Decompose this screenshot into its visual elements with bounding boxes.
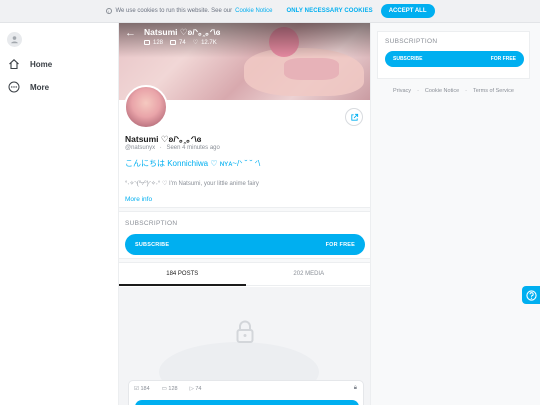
subscribe-label: SUBSCRIBE <box>393 56 423 62</box>
heart-icon: ♡ <box>192 40 199 46</box>
cover-header: ← Natsumi ♡ʚ/ᐠ｡ꞈ｡ᐟ\ɞ 128 74 ♡ 12.7K <box>125 26 224 46</box>
subscribe-label: SUBSCRIBE <box>135 241 170 248</box>
tab-media[interactable]: 202 MEDIA <box>246 263 371 285</box>
videos-count: 74 <box>170 39 186 46</box>
section-divider <box>119 207 370 212</box>
profile-avatar[interactable] <box>124 85 168 129</box>
locked-post: ☑ 184 ▭ 128 ▷ 74 🔒︎ <box>119 287 370 405</box>
nav-item-home[interactable]: Home <box>7 57 52 71</box>
left-sidebar: Home More <box>0 23 118 405</box>
accept-all-button[interactable]: ACCEPT ALL <box>380 4 435 18</box>
price-label: FOR FREE <box>490 56 516 62</box>
locked-counts: ☑ 184 ▭ 128 ▷ 74 <box>134 386 213 392</box>
terms-link[interactable]: Terms of Service <box>473 88 514 94</box>
bio-line-2: °˖✧◝(⁰▿⁰)◜✧˖° ♡ I'm Natsumi, your little… <box>125 181 259 187</box>
video-icon <box>170 40 177 45</box>
profile-column: ← Natsumi ♡ʚ/ᐠ｡ꞈ｡ᐟ\ɞ 128 74 ♡ 12.7K Natsu… <box>118 23 371 405</box>
subscribe-button[interactable]: SUBSCRIBE FOR FREE <box>385 51 524 67</box>
more-info-link[interactable]: More info <box>125 196 152 203</box>
cookie-banner: i We use cookies to run this website. Se… <box>0 0 540 23</box>
subscription-title: SUBSCRIPTION <box>125 220 178 227</box>
back-arrow-icon[interactable]: ← <box>125 26 136 40</box>
subscribe-button[interactable]: SUBSCRIBE FOR FREE <box>125 234 365 255</box>
info-icon: i <box>105 8 112 14</box>
help-icon <box>525 289 537 301</box>
nav-item-label: Home <box>30 59 53 69</box>
lock-icon <box>236 320 254 343</box>
profile-subline: @natsunyx · Seen 4 minutes ago <box>125 145 220 151</box>
profile-name: Natsumi ♡ʚ/ᐠ｡ꞈ｡ᐟ\ɞ <box>125 134 202 144</box>
home-icon <box>7 57 21 71</box>
cover-name: Natsumi ♡ʚ/ᐠ｡ꞈ｡ᐟ\ɞ <box>144 27 221 37</box>
likes-count: ♡ 12.7K <box>192 39 217 47</box>
photos-count: 128 <box>144 39 163 46</box>
subscription-card: SUBSCRIPTION SUBSCRIBE FOR FREE <box>377 31 530 79</box>
image-icon <box>144 40 150 45</box>
photos-count: ▭ 128 <box>161 386 178 392</box>
help-button[interactable] <box>522 286 540 304</box>
user-avatar[interactable] <box>7 32 22 47</box>
share-icon <box>350 113 358 121</box>
content-tabs: 184 POSTS 202 MEDIA <box>119 263 371 286</box>
posts-count: ☑ 184 <box>134 386 150 392</box>
small-lock-icon: 🔒︎ <box>353 385 357 391</box>
cookie-message: We use cookies to run this website. See … <box>115 8 233 14</box>
footer-links: Privacy · Cookie Notice · Terms of Servi… <box>393 88 514 94</box>
profile-handle: @natsunyx <box>125 145 156 151</box>
nav-item-label: More <box>30 82 50 92</box>
user-icon <box>11 36 18 44</box>
price-label: FOR FREE <box>325 241 355 248</box>
more-icon <box>7 80 21 94</box>
cookie-notice-link[interactable]: Cookie Notice <box>235 8 272 14</box>
share-button[interactable] <box>345 108 363 126</box>
profile-stats: 128 74 ♡ 12.7K <box>144 39 224 46</box>
nav-item-more[interactable]: More <box>7 80 49 94</box>
bio-line-1: こんにちは Konnichiwa ♡ ɴʏᴀ~/ᐠ ˘ ˘ ᐟ\ <box>125 159 261 168</box>
last-seen: Seen 4 minutes ago <box>166 145 220 151</box>
tab-posts[interactable]: 184 POSTS <box>119 263 246 286</box>
locked-post-card: ☑ 184 ▭ 128 ▷ 74 🔒︎ <box>128 380 364 405</box>
only-necessary-button[interactable]: ONLY NECESSARY COOKIES <box>286 8 372 14</box>
subscription-title: SUBSCRIPTION <box>385 38 438 45</box>
videos-count: ▷ 74 <box>189 386 202 392</box>
privacy-link[interactable]: Privacy <box>393 88 411 94</box>
cookie-notice-link[interactable]: Cookie Notice <box>425 88 459 94</box>
unlock-button[interactable] <box>135 400 359 405</box>
